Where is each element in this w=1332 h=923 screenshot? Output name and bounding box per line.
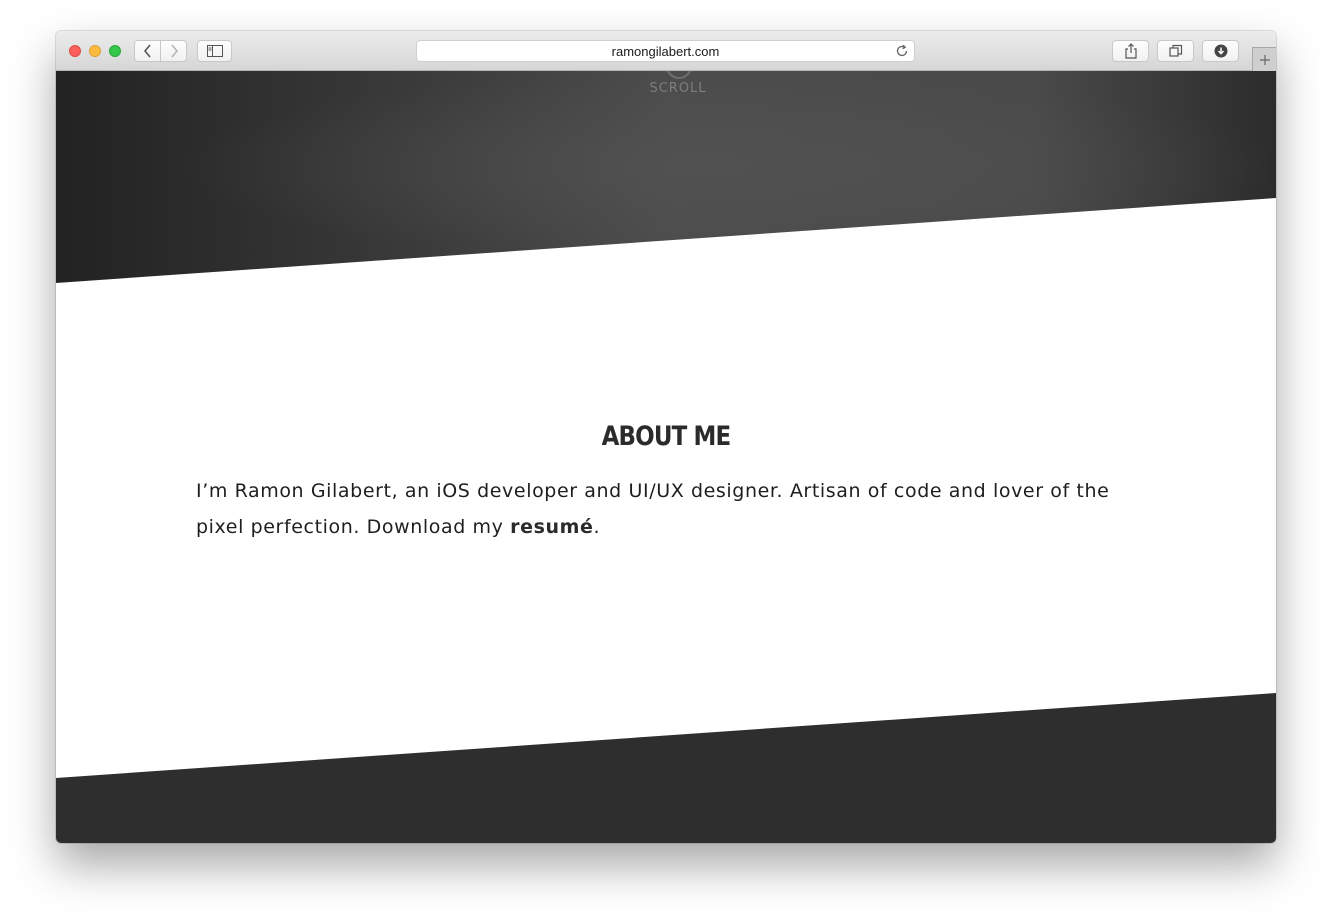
tabs-icon	[1168, 44, 1182, 57]
address-bar[interactable]: ramongilabert.com	[416, 40, 915, 62]
browser-toolbar: ramongilabert.com	[56, 31, 1276, 71]
share-icon	[1124, 43, 1137, 59]
about-text-body: I’m Ramon Gilabert, an iOS developer and…	[196, 480, 1110, 538]
minimize-window-button[interactable]	[89, 45, 101, 57]
downloads-button[interactable]	[1202, 40, 1239, 62]
plus-icon	[1259, 54, 1270, 65]
sidebar-toggle-button[interactable]	[197, 40, 232, 62]
page-viewport: SCROLL ABOUT ME I’m Ramon Gilabert, an i…	[56, 71, 1276, 843]
chevron-left-icon	[143, 44, 151, 58]
show-tabs-button[interactable]	[1157, 40, 1194, 62]
about-text: I’m Ramon Gilabert, an iOS developer and…	[196, 473, 1136, 545]
about-text-end: .	[593, 516, 601, 538]
back-button[interactable]	[134, 40, 161, 62]
about-section: ABOUT ME I’m Ramon Gilabert, an iOS deve…	[196, 421, 1136, 545]
sidebar-icon	[206, 45, 223, 57]
new-tab-button[interactable]	[1252, 47, 1276, 71]
maximize-window-button[interactable]	[109, 45, 121, 57]
download-icon	[1214, 44, 1227, 58]
share-button[interactable]	[1112, 40, 1149, 62]
chevron-right-icon	[170, 44, 178, 58]
reload-icon[interactable]	[895, 44, 909, 58]
browser-window: ramongilabert.com SCROLL ABOUT ME I’m Ra…	[56, 31, 1276, 843]
footer-background	[56, 693, 1276, 843]
scroll-label[interactable]: SCROLL	[56, 81, 1276, 96]
resume-link[interactable]: resumé	[510, 516, 593, 538]
url-text: ramongilabert.com	[611, 44, 720, 59]
hero-background	[56, 71, 1276, 283]
about-title: ABOUT ME	[601, 421, 732, 452]
forward-button[interactable]	[160, 40, 187, 62]
close-window-button[interactable]	[69, 45, 81, 57]
